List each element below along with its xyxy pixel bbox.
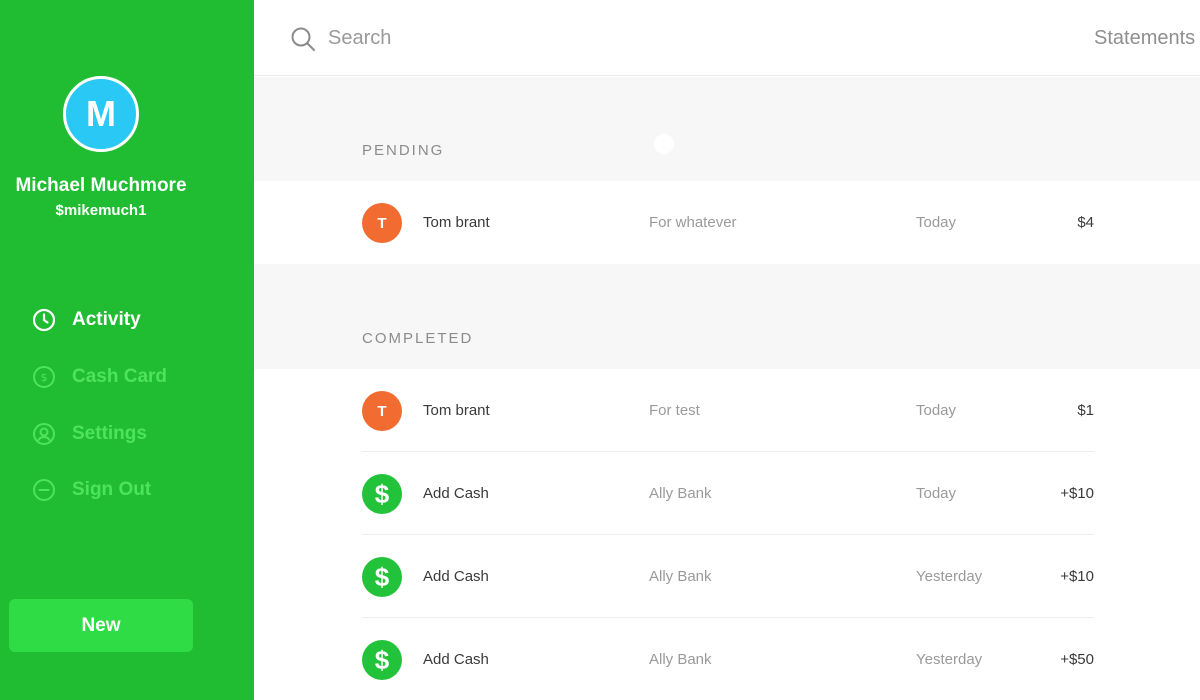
row-name: Add Cash bbox=[423, 485, 489, 502]
contact-avatar: T bbox=[362, 203, 402, 243]
row-amount: $1 bbox=[1077, 402, 1094, 419]
row-note: Ally Bank bbox=[649, 568, 712, 585]
nav-item-settings[interactable]: Settings bbox=[32, 420, 147, 448]
profile-cashtag: $mikemuch1 bbox=[55, 202, 147, 219]
row-date: Today bbox=[916, 402, 957, 419]
table-row[interactable]: $ Add Cash Ally Bank Yesterday +$50 bbox=[254, 618, 1200, 700]
nav-label-activity: Activity bbox=[72, 309, 141, 330]
row-date: Today bbox=[916, 214, 957, 231]
row-amount: +$10 bbox=[1060, 485, 1094, 502]
minus-circle-icon bbox=[32, 478, 56, 502]
section-header-pending: PENDING bbox=[362, 142, 445, 159]
statements-link[interactable]: Statements bbox=[1094, 27, 1195, 50]
table-row[interactable]: T Tom brant For whatever Today $4 bbox=[254, 181, 1200, 264]
nav-item-activity[interactable]: Activity bbox=[32, 306, 141, 334]
row-date: Yesterday bbox=[916, 568, 983, 585]
table-row[interactable]: $ Add Cash Ally Bank Today +$10 bbox=[254, 452, 1200, 535]
profile-name: Michael Muchmore bbox=[15, 175, 187, 196]
dollar-sign-icon: $ bbox=[362, 557, 402, 597]
table-row[interactable]: $ Add Cash Ally Bank Yesterday +$10 bbox=[254, 535, 1200, 618]
table-row[interactable]: T Tom brant For test Today $1 bbox=[254, 369, 1200, 452]
search-icon bbox=[290, 26, 316, 52]
row-note: For whatever bbox=[649, 214, 737, 231]
row-note: Ally Bank bbox=[649, 485, 712, 502]
dollar-sign-icon: $ bbox=[362, 640, 402, 680]
row-amount: $4 bbox=[1077, 214, 1094, 231]
activity-feed: PENDING T Tom brant For whatever Today $… bbox=[254, 77, 1200, 700]
row-amount: +$50 bbox=[1060, 651, 1094, 668]
pending-list: T Tom brant For whatever Today $4 bbox=[254, 181, 1200, 264]
svg-text:$: $ bbox=[41, 371, 48, 384]
contact-avatar: T bbox=[362, 391, 402, 431]
nav-item-cash-card[interactable]: $ Cash Card bbox=[32, 363, 167, 391]
nav-label-cash-card: Cash Card bbox=[72, 366, 168, 387]
dollar-circle-icon: $ bbox=[32, 365, 56, 389]
sidebar: M Michael Muchmore $mikemuch1 Activity $… bbox=[0, 0, 254, 700]
row-date: Today bbox=[916, 485, 957, 502]
completed-list: T Tom brant For test Today $1 $ Add Cash… bbox=[254, 369, 1200, 700]
row-note: Ally Bank bbox=[649, 651, 712, 668]
row-note: For test bbox=[649, 402, 700, 419]
row-name: Add Cash bbox=[423, 651, 489, 668]
top-bar: Statements bbox=[254, 0, 1200, 76]
clock-icon bbox=[32, 308, 56, 332]
profile-avatar[interactable]: M bbox=[63, 76, 139, 152]
section-header-completed: COMPLETED bbox=[362, 330, 474, 347]
row-name: Add Cash bbox=[423, 568, 489, 585]
dollar-sign-icon: $ bbox=[362, 474, 402, 514]
new-button[interactable]: New bbox=[9, 599, 193, 652]
nav-label-settings: Settings bbox=[72, 423, 147, 444]
row-name: Tom brant bbox=[423, 402, 490, 419]
user-circle-icon bbox=[32, 422, 56, 446]
row-name: Tom brant bbox=[423, 214, 490, 231]
row-date: Yesterday bbox=[916, 651, 983, 668]
nav-label-sign-out: Sign Out bbox=[72, 479, 152, 500]
search-input[interactable] bbox=[328, 22, 728, 54]
row-amount: +$10 bbox=[1060, 568, 1094, 585]
loading-dot bbox=[654, 134, 674, 154]
nav-item-sign-out[interactable]: Sign Out bbox=[32, 476, 151, 504]
